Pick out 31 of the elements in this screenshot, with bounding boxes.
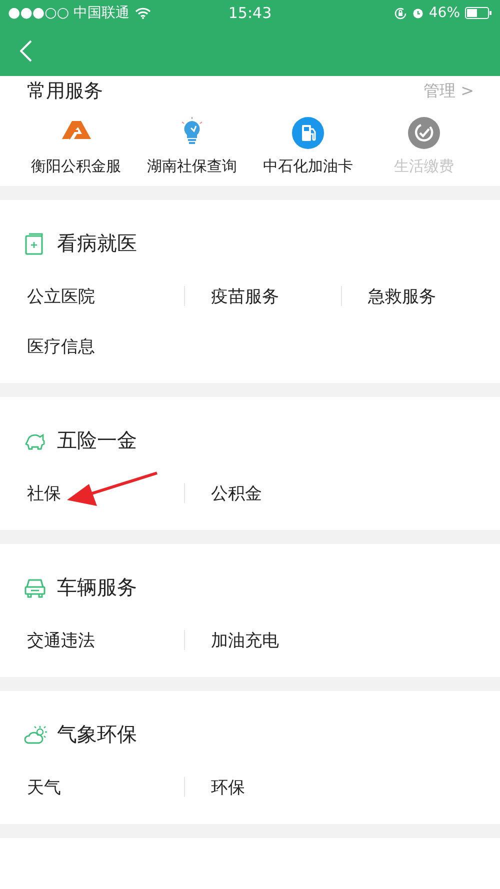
back-button[interactable] (18, 38, 34, 64)
rotation-lock-icon (394, 6, 407, 20)
service-link[interactable]: 医疗信息 (27, 334, 95, 358)
weather-icon (24, 724, 48, 746)
service-shortcut[interactable]: 湖南社保查询 (134, 114, 250, 176)
service-link[interactable]: 公立医院 (27, 284, 95, 308)
service-link[interactable]: 加油充电 (211, 628, 279, 652)
service-link[interactable]: 天气 (27, 776, 61, 798)
car-icon (24, 576, 48, 598)
battery-percent: 46% (428, 5, 460, 21)
alarm-icon (412, 7, 424, 19)
service-link[interactable]: 社保 (27, 482, 61, 504)
check-circle-icon (408, 117, 440, 149)
service-shortcut[interactable]: 衡阳公积金服 (18, 114, 134, 176)
section-title: 五险一金 (57, 427, 137, 454)
back-icon (20, 40, 32, 62)
section-title: 常用服务 (27, 79, 103, 104)
section-title: 气象环保 (57, 721, 137, 748)
service-link[interactable]: 急救服务 (368, 284, 436, 308)
carrier-signal: ●●●○○ 中国联通 (8, 4, 130, 22)
service-link[interactable]: 公积金 (211, 482, 262, 504)
service-link[interactable]: 交通违法 (27, 628, 95, 652)
wifi-icon (134, 7, 151, 19)
service-link[interactable]: 疫苗服务 (211, 284, 279, 308)
section-title: 车辆服务 (57, 574, 137, 601)
section-title: 看病就医 (57, 230, 137, 257)
battery-icon (465, 7, 492, 19)
fuel-pump-icon (292, 117, 324, 149)
service-link[interactable]: 环保 (211, 776, 245, 798)
clock: 15:43 (228, 4, 272, 22)
service-shortcut[interactable]: 中石化加油卡 (250, 114, 366, 176)
